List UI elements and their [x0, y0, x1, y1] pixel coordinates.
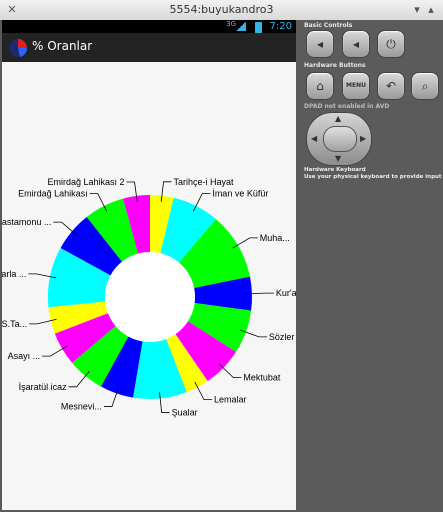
signal-icon: [236, 22, 246, 31]
hardware-keyboard-title: Hardware Keyboard: [304, 167, 366, 173]
hardware-buttons-title: Hardware Buttons: [304, 62, 366, 69]
search-button[interactable]: ⌕: [411, 72, 439, 100]
slice-label: Kastamonu ...: [2, 217, 51, 227]
volume-down-button[interactable]: ◂: [306, 30, 334, 58]
slice-label: Asayı ...: [8, 351, 41, 361]
dpad[interactable]: ▲ ▼ ◀ ▶: [306, 112, 372, 166]
slice-label: Emirdağ Lahikası 2: [47, 177, 124, 187]
controls-panel: Basic Controls ◂ ◂ ⏻ Hardware Buttons ⌂ …: [300, 20, 443, 512]
slice-label: Emirdağ Lahikası: [18, 188, 88, 198]
slice-label: İman ve Küfür: [212, 188, 268, 198]
slice-label: Tarihçe-i Hayat: [174, 177, 235, 187]
emulator-frame: 3G 7:20 % Oranlar Tarihçe-i Hayat İman ve…: [0, 20, 443, 512]
window-title: 5554:buyukandro3: [169, 3, 274, 16]
slice-label: Muha...: [260, 233, 290, 243]
hardware-keyboard-hint: Use your physical keyboard to provide in…: [304, 174, 442, 180]
slice-label: Barla ...: [2, 269, 26, 279]
network-type: 3G: [226, 20, 236, 28]
dpad-title: DPAD not enabled in AVD: [304, 103, 390, 110]
slice-label: Sözler: [269, 332, 295, 342]
pie-chart: Tarihçe-i Hayatİman ve Küfür Muha... Kur'a…: [2, 177, 296, 418]
slice-label: Kur'a...: [276, 288, 296, 298]
power-button[interactable]: ⏻: [377, 30, 405, 58]
back-button[interactable]: ↶: [377, 72, 405, 100]
donut-hole: [105, 252, 195, 342]
slice-label: İşaratül icaz: [19, 382, 68, 392]
slice-label: S.Ta...: [2, 319, 27, 329]
volume-up-button[interactable]: ◂: [342, 30, 370, 58]
slice-label: Mektubat: [243, 373, 281, 383]
slice-label: Mesnevi...: [61, 402, 102, 412]
dpad-center-button[interactable]: [323, 126, 357, 152]
home-button[interactable]: ⌂: [306, 72, 334, 100]
app-icon[interactable]: [8, 38, 28, 58]
menu-button[interactable]: MENU: [342, 72, 370, 100]
status-time: 7:20: [269, 21, 292, 32]
minimize-window-icon[interactable]: ▾: [411, 4, 423, 16]
basic-controls-title: Basic Controls: [304, 22, 353, 29]
dpad-up-icon[interactable]: ▲: [335, 114, 341, 123]
maximize-window-icon[interactable]: ▴: [425, 4, 437, 16]
dpad-right-icon[interactable]: ▶: [360, 134, 366, 143]
window-titlebar: ✕ 5554:buyukandro3 ▾ ▴: [0, 0, 443, 21]
slice-label: Şualar: [172, 407, 198, 417]
battery-icon: [255, 22, 262, 33]
slice-label: Lemalar: [214, 395, 247, 405]
dpad-down-icon[interactable]: ▼: [335, 154, 341, 163]
action-bar: % Oranlar: [2, 33, 296, 62]
status-bar: 3G 7:20: [2, 20, 296, 33]
device-screen: 3G 7:20 % Oranlar Tarihçe-i Hayat İman ve…: [2, 20, 296, 510]
app-title: % Oranlar: [32, 39, 93, 53]
dpad-left-icon[interactable]: ◀: [311, 134, 317, 143]
